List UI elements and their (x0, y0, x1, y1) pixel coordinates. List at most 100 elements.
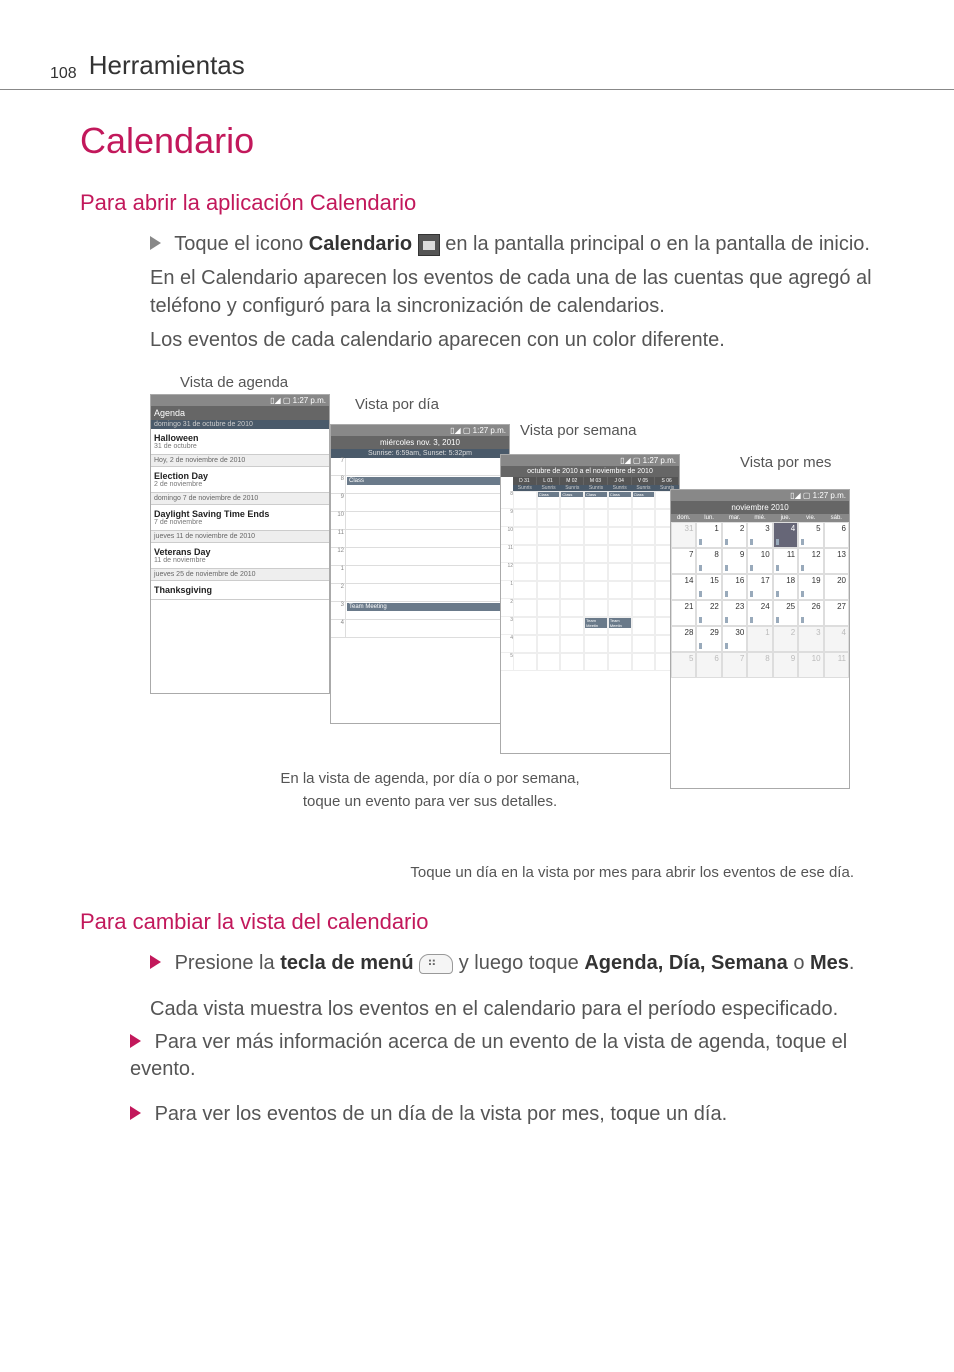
month-day-cell[interactable]: 11 (824, 652, 849, 678)
month-day-cell[interactable]: 2 (722, 522, 747, 548)
label-day: Vista por día (355, 396, 439, 413)
day-screenshot: ▯◢ ▢ 1:27 p.m. miércoles nov. 3, 2010 Su… (330, 424, 510, 724)
month-day-cell[interactable]: 20 (824, 574, 849, 600)
month-day-cell[interactable]: 15 (696, 574, 721, 600)
list-item[interactable]: Halloween31 de octubre (151, 429, 329, 455)
month-day-cell[interactable]: 9 (773, 652, 798, 678)
month-screenshot: ▯◢ ▢ 1:27 p.m. noviembre 2010 dom. lun. … (670, 489, 850, 789)
page-number: 108 (50, 65, 77, 83)
caption-detail-1: En la vista de agenda, por día o por sem… (230, 770, 630, 787)
month-day-cell[interactable]: 30 (722, 626, 747, 652)
month-day-cell[interactable]: 25 (773, 600, 798, 626)
label-week: Vista por semana (520, 422, 636, 439)
label-month: Vista por mes (740, 454, 831, 471)
month-day-cell[interactable]: 26 (798, 600, 823, 626)
month-day-cell[interactable]: 1 (696, 522, 721, 548)
month-day-cell[interactable]: 10 (747, 548, 772, 574)
month-day-cell[interactable]: 8 (747, 652, 772, 678)
menu-key-icon (419, 954, 453, 974)
day-title: miércoles nov. 3, 2010 (331, 436, 509, 449)
page-title: Herramientas (89, 50, 245, 81)
list-divider: domingo 7 de noviembre de 2010 (151, 493, 329, 505)
mes-word: Mes (810, 952, 849, 974)
week-title: octubre de 2010 a el noviembre de 2010 (501, 466, 679, 477)
status-bar: ▯◢ ▢ 1:27 p.m. (151, 395, 329, 406)
status-bar: ▯◢ ▢ 1:27 p.m. (331, 425, 509, 436)
bullet-month-day: Para ver los eventos de un día de la vis… (80, 1101, 894, 1128)
calendar-word: Calendario (309, 233, 412, 255)
list-divider: jueves 25 de noviembre de 2010 (151, 569, 329, 581)
month-day-cell[interactable]: 5 (798, 522, 823, 548)
main-heading: Calendario (80, 120, 894, 162)
month-day-cell[interactable]: 6 (824, 522, 849, 548)
month-day-cell[interactable]: 23 (722, 600, 747, 626)
text: Presione la (175, 952, 281, 974)
month-day-cell[interactable]: 1 (747, 626, 772, 652)
month-day-cell[interactable]: 3 (747, 522, 772, 548)
month-day-cell[interactable]: 29 (696, 626, 721, 652)
month-day-cell[interactable]: 7 (722, 652, 747, 678)
month-day-cell[interactable]: 5 (671, 652, 696, 678)
list-divider: jueves 11 de noviembre de 2010 (151, 531, 329, 543)
month-day-cell[interactable]: 11 (773, 548, 798, 574)
month-day-cell[interactable]: 22 (696, 600, 721, 626)
section-open-heading: Para abrir la aplicación Calendario (80, 190, 894, 216)
month-day-cell[interactable]: 21 (671, 600, 696, 626)
status-bar: ▯◢ ▢ 1:27 p.m. (501, 455, 679, 466)
paragraph-sync: En el Calendario aparecen los eventos de… (150, 264, 894, 320)
month-day-cell[interactable]: 3 (798, 626, 823, 652)
month-day-cell[interactable]: 4 (824, 626, 849, 652)
month-day-cell[interactable]: 31 (671, 522, 696, 548)
month-day-cell[interactable]: 12 (798, 548, 823, 574)
instruction-open: Toque el icono Calendario en la pantalla… (150, 230, 894, 258)
month-day-cell[interactable]: 7 (671, 548, 696, 574)
month-day-cell[interactable]: 14 (671, 574, 696, 600)
event-class[interactable]: Class (347, 477, 508, 485)
month-day-cell[interactable]: 24 (747, 600, 772, 626)
month-day-cell[interactable]: 13 (824, 548, 849, 574)
screenshots-figure: Vista de agenda Vista por día Vista por … (80, 374, 894, 854)
day-sunrise: Sunrise: 6:59am, Sunset: 5:32pm (331, 449, 509, 458)
text: en la pantalla principal o en la pantall… (445, 233, 870, 255)
options-words: Agenda, Día, Semana (584, 952, 787, 974)
calendar-icon (418, 234, 440, 256)
paragraph-colors: Los eventos de cada calendario aparecen … (150, 326, 894, 354)
list-item[interactable]: Election Day2 de noviembre (151, 467, 329, 493)
menu-key-word: tecla de menú (280, 952, 413, 974)
bullet-icon (150, 236, 161, 250)
month-day-cell[interactable]: 6 (696, 652, 721, 678)
month-day-cell[interactable]: 27 (824, 600, 849, 626)
event-team-meeting[interactable]: Team Meeting (347, 603, 508, 611)
month-day-cell[interactable]: 2 (773, 626, 798, 652)
page-header: 108 Herramientas (0, 0, 954, 90)
text: y luego toque (459, 952, 585, 974)
label-agenda: Vista de agenda (180, 374, 288, 391)
status-bar: ▯◢ ▢ 1:27 p.m. (671, 490, 849, 501)
bullet-agenda-detail: Para ver más información acerca de un ev… (80, 1029, 894, 1083)
bullet-icon (130, 1034, 141, 1048)
bullet-icon (130, 1106, 141, 1120)
month-day-cell[interactable]: 28 (671, 626, 696, 652)
list-item[interactable]: Daylight Saving Time Ends7 de noviembre (151, 505, 329, 531)
text: o (793, 952, 810, 974)
list-item[interactable]: Thanksgiving (151, 581, 329, 600)
month-day-cell[interactable]: 9 (722, 548, 747, 574)
week-screenshot: ▯◢ ▢ 1:27 p.m. octubre de 2010 a el novi… (500, 454, 680, 754)
agenda-date: domingo 31 de octubre de 2010 (151, 420, 329, 429)
caption-month: Toque un día en la vista por mes para ab… (80, 864, 894, 881)
list-item[interactable]: Veterans Day11 de noviembre (151, 543, 329, 569)
month-day-cell[interactable]: 19 (798, 574, 823, 600)
month-day-cell[interactable]: 8 (696, 548, 721, 574)
month-day-cell[interactable]: 17 (747, 574, 772, 600)
text: Toque el icono (174, 233, 309, 255)
month-grid[interactable]: 3112345678910111213141516171819202122232… (671, 522, 849, 678)
month-day-cell[interactable]: 4 (773, 522, 798, 548)
agenda-title: Agenda (151, 406, 329, 420)
bullet-icon (150, 955, 161, 969)
section-change-heading: Para cambiar la vista del calendario (80, 909, 894, 935)
month-day-cell[interactable]: 18 (773, 574, 798, 600)
month-day-cell[interactable]: 16 (722, 574, 747, 600)
month-day-cell[interactable]: 10 (798, 652, 823, 678)
caption-detail-2: toque un evento para ver sus detalles. (230, 793, 630, 810)
instruction-change: Presione la tecla de menú y luego toque … (150, 949, 894, 977)
